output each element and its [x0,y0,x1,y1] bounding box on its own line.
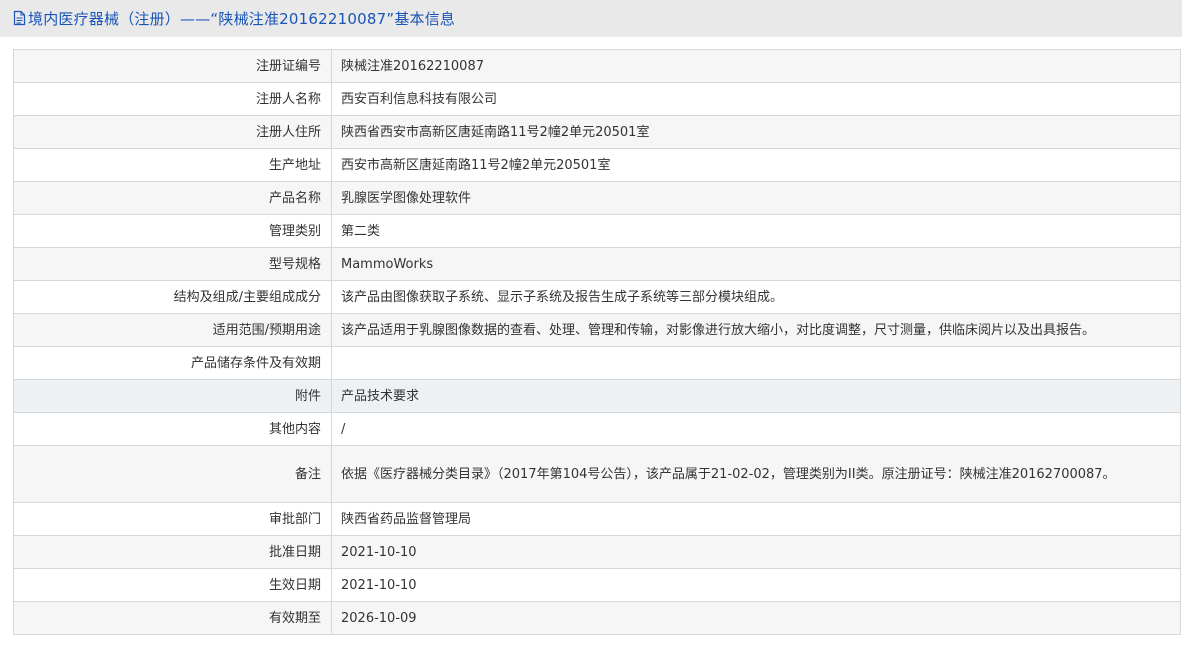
row-label: 型号规格 [13,247,332,281]
basic-info-table: 注册证编号 陕械注准20162210087 注册人名称 西安百利信息科技有限公司… [13,49,1181,635]
row-label: 其他内容 [13,412,332,446]
row-label: 审批部门 [13,502,332,536]
row-value: 第二类 [331,214,1181,248]
table-row-management-class: 管理类别 第二类 [13,214,1181,248]
row-value: 2021-10-10 [331,568,1181,602]
table-row-other-content: 其他内容 / [13,412,1181,446]
row-label: 备注 [13,445,332,503]
row-value: 该产品适用于乳腺图像数据的查看、处理、管理和传输，对影像进行放大缩小，对比度调整… [331,313,1181,347]
table-row-registration-number: 注册证编号 陕械注准20162210087 [13,49,1181,83]
row-value: 西安市高新区唐延南路11号2幢2单元20501室 [331,148,1181,182]
table-row-effective-date: 生效日期 2021-10-10 [13,568,1181,602]
row-value: 乳腺医学图像处理软件 [331,181,1181,215]
row-label: 注册证编号 [13,49,332,83]
row-value: 2021-10-10 [331,535,1181,569]
row-value: 陕西省西安市高新区唐延南路11号2幢2单元20501室 [331,115,1181,149]
table-row-structure-composition: 结构及组成/主要组成成分 该产品由图像获取子系统、显示子系统及报告生成子系统等三… [13,280,1181,314]
table-row-model-spec: 型号规格 MammoWorks [13,247,1181,281]
row-label: 适用范围/预期用途 [13,313,332,347]
table-row-approval-department: 审批部门 陕西省药品监督管理局 [13,502,1181,536]
table-row-attachment: 附件 产品技术要求 [13,379,1181,413]
table-row-expiry-date: 有效期至 2026-10-09 [13,601,1181,635]
document-icon [13,10,26,26]
row-label: 生效日期 [13,568,332,602]
row-value: 西安百利信息科技有限公司 [331,82,1181,116]
page-title: 境内医疗器械（注册）——“陕械注准20162210087”基本信息 [28,10,456,28]
row-label: 批准日期 [13,535,332,569]
row-value: 2026-10-09 [331,601,1181,635]
table-row-registrant-address: 注册人住所 陕西省西安市高新区唐延南路11号2幢2单元20501室 [13,115,1181,149]
table-row-product-name: 产品名称 乳腺医学图像处理软件 [13,181,1181,215]
row-value: MammoWorks [331,247,1181,281]
row-label: 产品名称 [13,181,332,215]
row-label: 有效期至 [13,601,332,635]
table-row-production-address: 生产地址 西安市高新区唐延南路11号2幢2单元20501室 [13,148,1181,182]
table-row-approval-date: 批准日期 2021-10-10 [13,535,1181,569]
row-label: 注册人名称 [13,82,332,116]
row-value: 陕械注准20162210087 [331,49,1181,83]
table-row-remarks: 备注 依据《医疗器械分类目录》（2017年第104号公告），该产品属于21-02… [13,445,1181,503]
row-label: 结构及组成/主要组成成分 [13,280,332,314]
table-row-registrant-name: 注册人名称 西安百利信息科技有限公司 [13,82,1181,116]
row-value: 依据《医疗器械分类目录》（2017年第104号公告），该产品属于21-02-02… [331,445,1181,503]
page-header: 境内医疗器械（注册）——“陕械注准20162210087”基本信息 [0,0,1182,37]
row-label: 注册人住所 [13,115,332,149]
row-label: 附件 [13,379,332,413]
row-value: 产品技术要求 [331,379,1181,413]
table-row-intended-use: 适用范围/预期用途 该产品适用于乳腺图像数据的查看、处理、管理和传输，对影像进行… [13,313,1181,347]
table-row-storage-conditions: 产品储存条件及有效期 [13,346,1181,380]
row-value: 该产品由图像获取子系统、显示子系统及报告生成子系统等三部分模块组成。 [331,280,1181,314]
row-value [331,346,1181,380]
row-value: 陕西省药品监督管理局 [331,502,1181,536]
row-value: / [331,412,1181,446]
row-label: 产品储存条件及有效期 [13,346,332,380]
row-label: 生产地址 [13,148,332,182]
row-label: 管理类别 [13,214,332,248]
info-table-container: 注册证编号 陕械注准20162210087 注册人名称 西安百利信息科技有限公司… [13,49,1181,635]
